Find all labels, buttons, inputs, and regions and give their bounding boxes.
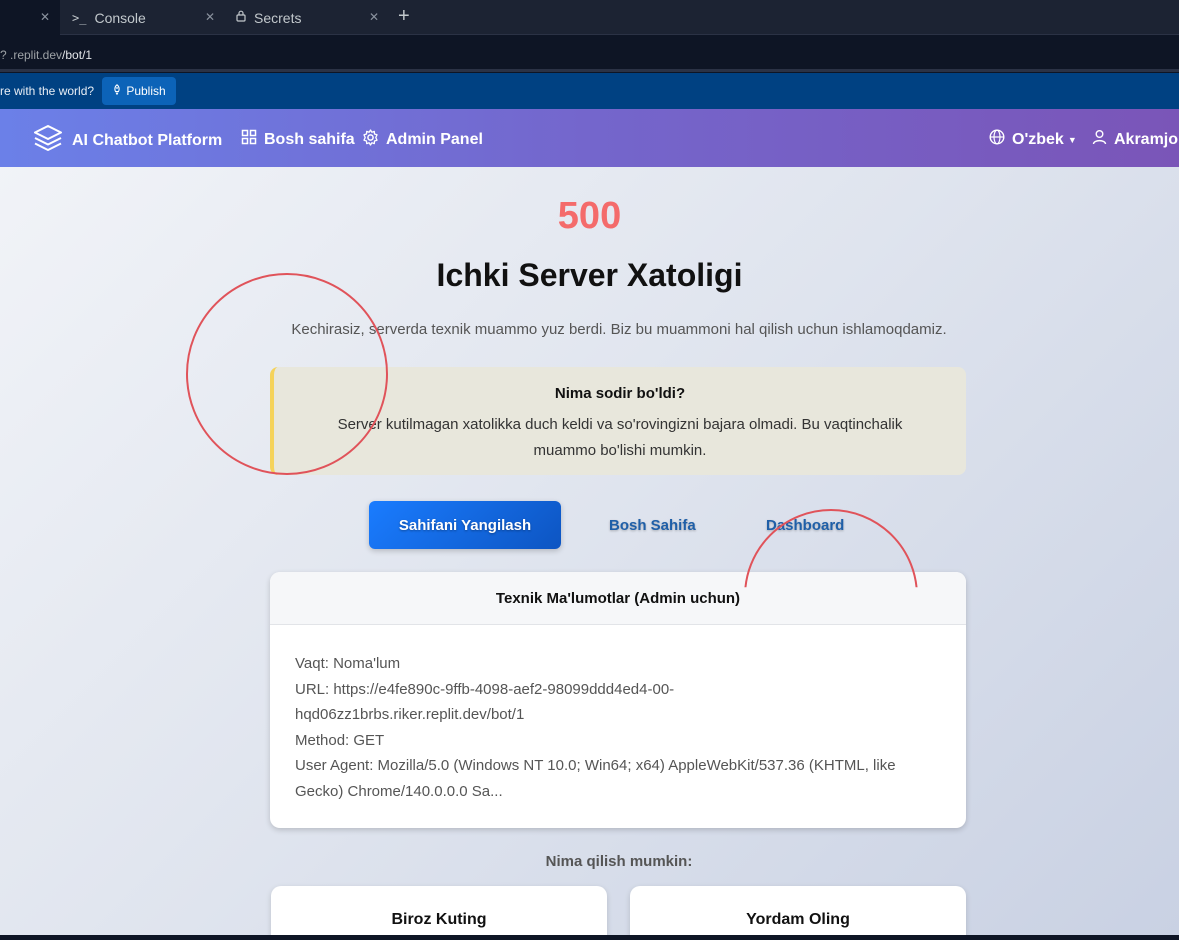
tech-agent-line-2: Gecko) Chrome/140.0.0.0 Sa... — [295, 782, 503, 800]
new-tab-plus-icon[interactable]: + — [398, 5, 410, 28]
layers-icon — [32, 123, 64, 158]
tab-secrets[interactable]: Secrets ✕ — [227, 0, 390, 35]
tab-previous[interactable]: ✕ — [0, 0, 60, 35]
brand-name: AI Chatbot Platform — [72, 131, 223, 149]
tech-method: Method: GET — [295, 731, 385, 749]
alert-heading: Nima sodir bo'ldi? — [554, 385, 686, 402]
publish-label: Publish — [126, 84, 166, 98]
caret-down-icon: ▼ — [1067, 134, 1077, 145]
user-name: Akramjon — [1114, 130, 1179, 148]
console-icon: >_ — [72, 10, 87, 25]
tab-console[interactable]: >_ Console ✕ — [62, 0, 225, 35]
suggestion-card: Yordam Oling — [630, 886, 966, 935]
language-dropdown[interactable]: O'zbek ▼ — [989, 129, 1077, 150]
tab-label: Console — [94, 9, 146, 26]
tab-label: Secrets — [254, 9, 302, 26]
tech-agent-line-1: User Agent: Mozilla/5.0 (Windows NT 10.0… — [295, 757, 896, 774]
home-page-button[interactable]: Bosh Sahifa — [609, 517, 696, 534]
url-text[interactable]: ? .replit.dev/bot/1 — [0, 48, 92, 62]
technical-info-card: Texnik Ma'lumotlar (Admin uchun) Vaqt: N… — [270, 572, 966, 828]
grid-icon — [241, 129, 257, 150]
suggestion-card: Biroz Kuting — [271, 886, 607, 935]
language-label: O'zbek — [1012, 130, 1064, 148]
card-body: Vaqt: Noma'lum URL: https://e4fe890c-9ff… — [270, 625, 966, 804]
globe-icon — [989, 129, 1005, 150]
tech-url-line-1: URL: https://e4fe890c-9ffb-4098-aef2-980… — [295, 680, 675, 698]
top-navbar: AI Chatbot Platform Bosh sahifa Admin Pa… — [0, 109, 1179, 167]
refresh-page-button[interactable]: Sahifani Yangilash — [369, 501, 561, 549]
publish-button[interactable]: Publish — [102, 77, 176, 105]
webview-url-bar[interactable]: ? .replit.dev/bot/1 — [0, 36, 1179, 72]
card-header: Texnik Ma'lumotlar (Admin uchun) — [270, 572, 966, 625]
brand-link[interactable]: AI Chatbot Platform — [32, 123, 222, 158]
banner-text: re with the world? — [0, 84, 95, 98]
nav-home-link[interactable]: Bosh sahifa — [241, 129, 355, 150]
nav-admin-link[interactable]: Admin Panel — [362, 129, 483, 151]
alert-text: Server kutilmagan xatolikka duch keldi v… — [337, 416, 903, 459]
nav-home-label: Bosh sahifa — [264, 130, 355, 148]
error-code: 500 — [557, 195, 622, 237]
close-icon[interactable]: ✕ — [369, 10, 379, 24]
tech-url-line-2: hqd06zz1brbs.riker.replit.dev/bot/1 — [295, 706, 525, 723]
error-title: Ichki Server Xatoligi — [436, 257, 743, 293]
editor-tab-bar: ✕ >_ Console ✕ Secrets ✕ + — [0, 0, 1179, 35]
publish-banner: re with the world? Publish — [0, 73, 1179, 109]
tech-time: Vaqt: Noma'lum — [295, 655, 401, 672]
app-view: AI Chatbot Platform Bosh sahifa Admin Pa… — [0, 109, 1179, 935]
user-icon — [1092, 129, 1107, 150]
what-to-do-heading: Nima qilish mumkin: — [545, 853, 693, 870]
nav-admin-label: Admin Panel — [386, 131, 483, 148]
lock-icon — [236, 10, 246, 25]
close-icon[interactable]: ✕ — [205, 10, 215, 24]
error-subtitle: Kechirasiz, serverda texnik muammo yuz b… — [291, 321, 947, 338]
rocket-icon — [112, 84, 122, 98]
close-icon[interactable]: ✕ — [40, 10, 50, 24]
user-menu[interactable]: Akramjon — [1092, 129, 1179, 150]
gear-icon — [362, 129, 379, 151]
info-alert: Nima sodir bo'ldi? Server kutilmagan xat… — [270, 367, 966, 475]
dashboard-button[interactable]: Dashboard — [766, 517, 844, 534]
bottom-edge — [0, 935, 1179, 940]
